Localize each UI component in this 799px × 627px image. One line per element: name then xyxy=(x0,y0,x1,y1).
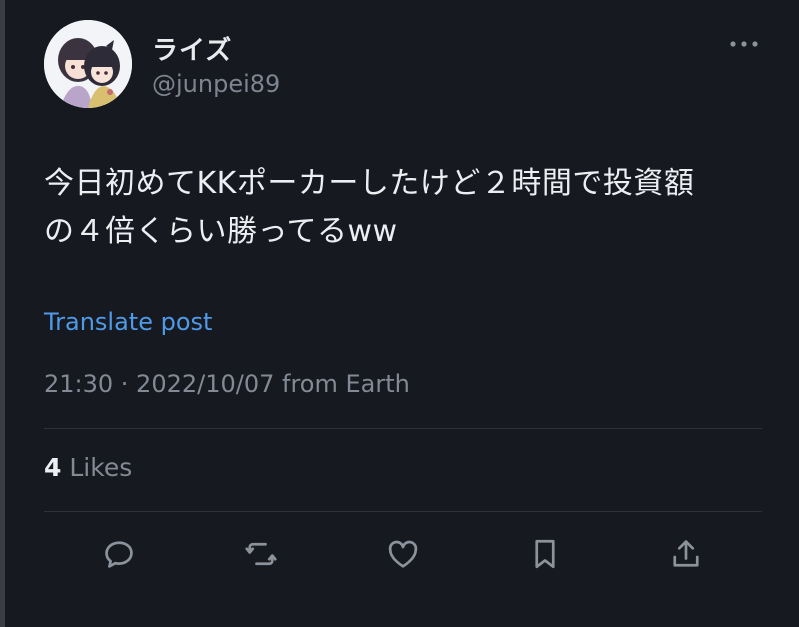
display-name[interactable]: ライズ xyxy=(152,30,232,67)
post-detail-view: ライズ @junpei89 今日初めてKKポーカーしたけど２時間で投資額 の４倍… xyxy=(0,0,799,627)
user-handle[interactable]: @junpei89 xyxy=(152,70,280,98)
post-text: 今日初めてKKポーカーしたけど２時間で投資額 の４倍くらい勝ってるww xyxy=(44,160,764,256)
likes-label: Likes xyxy=(69,453,133,482)
avatar[interactable] xyxy=(44,20,132,108)
bookmark-icon xyxy=(535,539,555,569)
bookmark-button[interactable] xyxy=(525,534,565,574)
translate-post-link[interactable]: Translate post xyxy=(44,308,212,336)
repost-button[interactable] xyxy=(241,534,281,574)
share-button[interactable] xyxy=(666,534,706,574)
like-button[interactable] xyxy=(383,534,423,574)
repost-icon xyxy=(245,542,277,566)
share-icon xyxy=(673,540,699,567)
avatar-illustration xyxy=(44,20,132,108)
divider xyxy=(44,428,762,429)
like-icon xyxy=(388,540,418,568)
reply-button[interactable] xyxy=(99,534,139,574)
likes-stat[interactable]: 4 Likes xyxy=(44,453,132,482)
likes-count: 4 xyxy=(44,453,62,482)
post-timestamp[interactable]: 21:30 · 2022/10/07 from Earth xyxy=(44,370,410,398)
reply-icon xyxy=(105,541,133,568)
post-text-line: 今日初めてKKポーカーしたけど２時間で投資額 xyxy=(44,166,695,201)
more-icon[interactable] xyxy=(726,36,762,52)
post-text-line: の４倍くらい勝ってるww xyxy=(44,214,398,249)
screen-edge xyxy=(0,0,5,627)
divider xyxy=(44,511,762,512)
